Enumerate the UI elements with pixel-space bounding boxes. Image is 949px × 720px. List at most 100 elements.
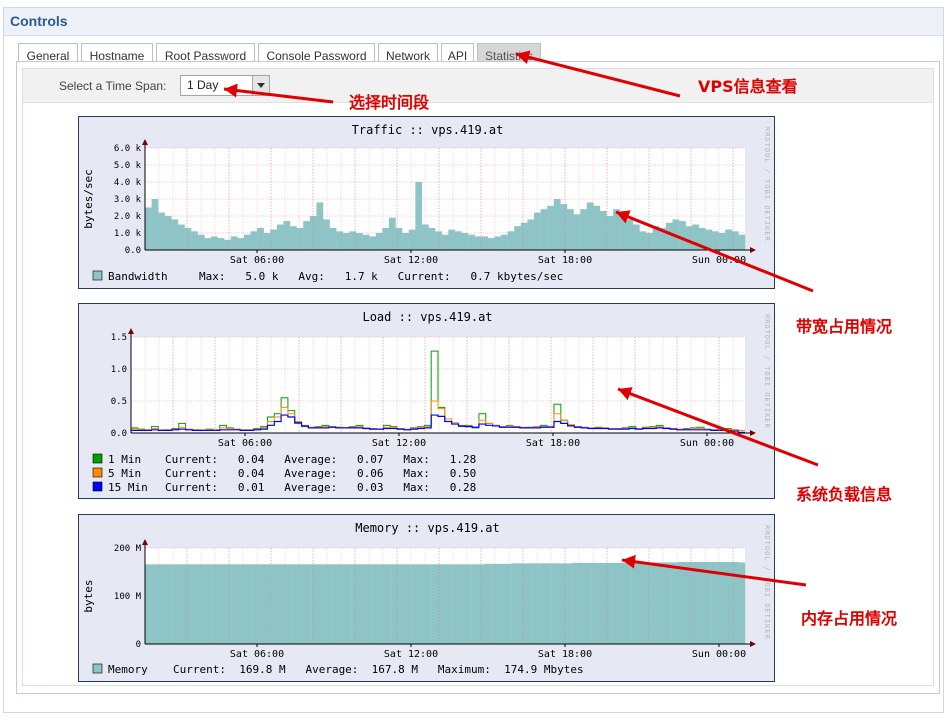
area-bar — [692, 224, 700, 250]
area-bar — [164, 216, 172, 250]
x-tick-label: Sun 00:00 — [692, 649, 746, 660]
area-bar — [378, 564, 386, 644]
area-bar — [705, 561, 712, 644]
area-bar — [454, 231, 462, 250]
area-bar — [421, 224, 429, 250]
area-bar — [639, 231, 647, 250]
area-bar — [210, 236, 218, 250]
area-bar — [652, 226, 660, 250]
area-bar — [325, 564, 332, 644]
area-bar — [257, 227, 264, 250]
area-bar — [296, 227, 304, 250]
area-bar — [514, 226, 522, 250]
area-bar — [408, 229, 416, 250]
x-tick-label: Sun 00:00 — [680, 438, 734, 449]
legend-swatch — [92, 270, 103, 281]
area-bar — [316, 202, 324, 250]
x-axis-arrow — [750, 430, 756, 436]
area-bar — [428, 227, 436, 250]
rrdtool-credit: RRDTOOL / TOBI OETIKER — [763, 525, 771, 640]
rrdtool-credit: RRDTOOL / TOBI OETIKER — [763, 314, 771, 429]
x-tick-label: Sat 06:00 — [230, 255, 284, 266]
area-bar — [218, 564, 226, 644]
area-bar — [191, 564, 199, 644]
area-bar — [593, 205, 601, 250]
area-bar — [382, 227, 390, 250]
area-bar — [305, 564, 312, 644]
area-bar — [211, 564, 219, 644]
area-bar — [678, 561, 686, 644]
area-bar — [485, 563, 492, 644]
area-bar — [204, 238, 212, 250]
area-bar — [491, 563, 499, 644]
area-bar — [712, 231, 719, 250]
area-bar — [520, 222, 528, 250]
area-bar — [685, 226, 693, 250]
area-bar — [278, 564, 286, 644]
area-bar — [725, 229, 733, 250]
area-bar — [158, 212, 165, 250]
chart-svg: Memory :: vps.419.at RRDTOOL / TOBI OETIK… — [82, 521, 771, 676]
time-span-select[interactable]: 1 Day — [180, 75, 270, 96]
area-bar — [205, 564, 212, 644]
area-bar — [398, 564, 406, 644]
area-bar — [371, 564, 379, 644]
area-bar — [191, 231, 198, 250]
area-bar — [445, 564, 452, 644]
area-bar — [385, 564, 392, 644]
area-bar — [711, 561, 719, 644]
chart-title: Load :: vps.419.at — [362, 310, 492, 324]
area-bar — [586, 202, 594, 250]
area-bar — [391, 564, 399, 644]
area-bar — [671, 562, 679, 644]
area-bar — [679, 221, 686, 250]
legend-swatch — [92, 663, 103, 674]
area-bar — [471, 564, 479, 644]
area-bar — [465, 564, 472, 644]
area-bar — [237, 238, 245, 250]
area-bar — [177, 224, 185, 250]
area-bar — [540, 209, 548, 250]
area-bar — [438, 564, 446, 644]
time-span-value: 1 Day — [187, 78, 219, 92]
area-bar — [231, 564, 239, 644]
area-bar — [511, 563, 519, 644]
area-bar — [365, 564, 372, 644]
area-bar — [468, 234, 475, 250]
area-bar — [411, 564, 419, 644]
legend-label: Memory — [108, 663, 148, 676]
area-bar — [251, 564, 259, 644]
area-bar — [606, 216, 614, 250]
area-bar — [498, 563, 506, 644]
annotation-vps-info: VPS信息查看 — [698, 77, 798, 96]
area-bar — [290, 226, 297, 250]
x-tick-label: Sat 12:00 — [384, 255, 438, 266]
area-bar — [375, 233, 383, 250]
area-bar — [625, 562, 632, 644]
y-tick-label: 2.0 k — [114, 212, 142, 222]
area-bar — [230, 236, 238, 250]
area-bar — [527, 219, 535, 250]
legend-stats: Max: 5.0 k Avg: 1.7 k Current: 0.7 kbyte… — [199, 270, 563, 283]
x-tick-label: Sat 06:00 — [230, 649, 284, 660]
area-bar — [578, 562, 586, 644]
x-tick-label: Sat 18:00 — [538, 649, 592, 660]
legend-swatch — [92, 481, 103, 492]
area-bar — [171, 219, 179, 250]
chart-title: Traffic :: vps.419.at — [352, 123, 504, 137]
area-bar — [402, 233, 409, 250]
chevron-down-icon[interactable] — [252, 76, 269, 95]
time-span-label: Select a Time Span: — [59, 79, 167, 93]
chart-svg: Load :: vps.419.at RRDTOOL / TOBI OETIKER… — [92, 310, 771, 494]
area-bar — [338, 564, 346, 644]
x-tick-label: Sat 12:00 — [372, 438, 426, 449]
area-bar — [184, 227, 192, 250]
area-bar — [611, 562, 619, 644]
y-tick-label: 0 — [136, 640, 141, 650]
y-tick-label: 3.0 k — [114, 195, 142, 205]
area-bar — [311, 564, 319, 644]
area-bar — [619, 212, 627, 250]
area-bar — [571, 562, 579, 644]
area-bar — [323, 219, 330, 250]
area-bar — [531, 563, 539, 644]
